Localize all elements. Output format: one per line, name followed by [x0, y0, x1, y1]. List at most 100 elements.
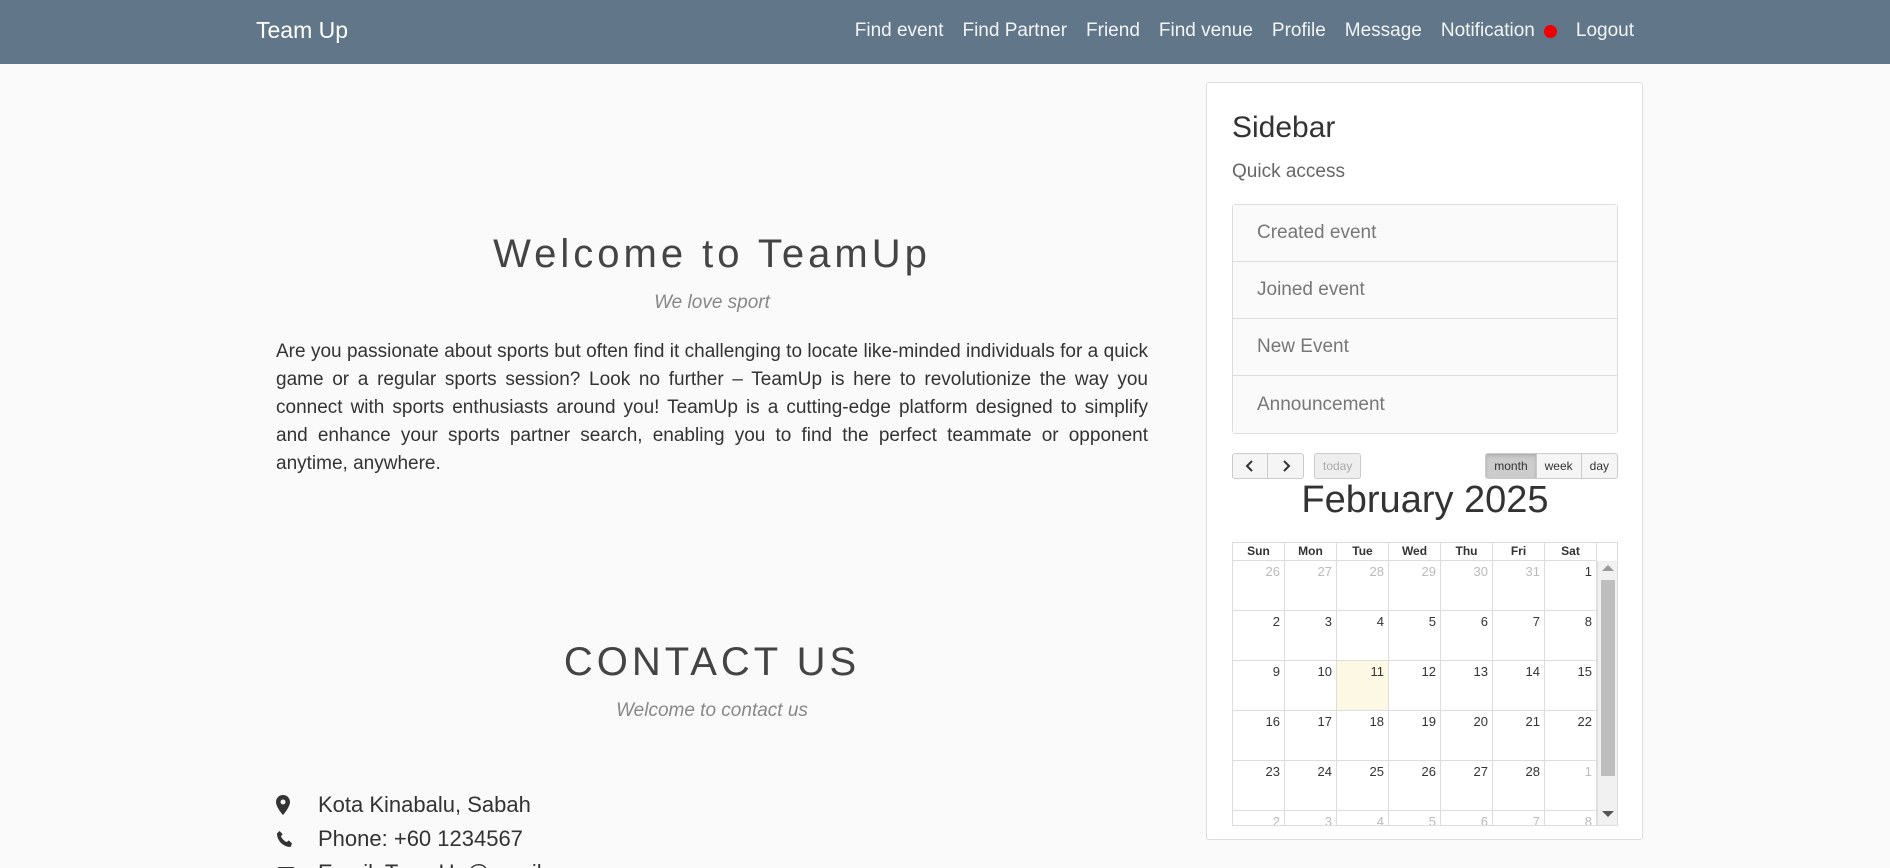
- sidebar-item-announcement[interactable]: Announcement: [1233, 376, 1617, 433]
- calendar-week-row: 2345678: [1233, 811, 1597, 825]
- quick-access-list: Created event Joined event New Event Ann…: [1232, 204, 1618, 434]
- calendar-day[interactable]: 23: [1233, 761, 1285, 810]
- calendar-body: 26 27 28 29 30 31 1 2 3 4 5 6 7 8 9 10 11 12 13 14 15 16 17 18 1…: [1233, 561, 1597, 825]
- calendar-prev-button[interactable]: [1232, 453, 1268, 479]
- top-navbar: Team Up Find event Find Partner Friend F…: [0, 0, 1890, 64]
- calendar-day[interactable]: 6: [1441, 611, 1493, 660]
- calendar-day[interactable]: 8: [1545, 811, 1597, 825]
- sidebar-item-new-event[interactable]: New Event: [1233, 319, 1617, 376]
- calendar-day[interactable]: 10: [1285, 661, 1337, 710]
- contact-address-text: Kota Kinabalu, Sabah: [318, 792, 531, 817]
- nav-profile[interactable]: Profile: [1272, 20, 1326, 42]
- calendar-day[interactable]: 4: [1337, 811, 1389, 825]
- calendar-day[interactable]: 27: [1285, 561, 1337, 610]
- contact-email: Email: TeamUp@gmail.com: [276, 856, 1148, 868]
- calendar-day[interactable]: 29: [1389, 561, 1441, 610]
- calendar-weekday-header: Sun Mon Tue Wed Thu Fri Sat: [1233, 543, 1597, 561]
- weekday-wed: Wed: [1389, 543, 1441, 560]
- contact-phone: Phone: +60 1234567: [276, 822, 1148, 856]
- phone-icon: [276, 830, 318, 848]
- calendar-week-row: 16 17 18 19 20 21 22: [1233, 711, 1597, 761]
- contact-address: Kota Kinabalu, Sabah: [276, 788, 1148, 822]
- calendar-title: February 2025: [1301, 479, 1549, 521]
- calendar-day[interactable]: 25: [1337, 761, 1389, 810]
- calendar-day[interactable]: 13: [1441, 661, 1493, 710]
- calendar-day[interactable]: 20: [1441, 711, 1493, 760]
- nav-logout[interactable]: Logout: [1576, 20, 1634, 42]
- calendar-day[interactable]: 21: [1493, 711, 1545, 760]
- calendar-scrollbar[interactable]: [1597, 561, 1617, 825]
- calendar-day[interactable]: 26: [1233, 561, 1285, 610]
- contact-list: Kota Kinabalu, Sabah Phone: +60 1234567 …: [276, 788, 1148, 868]
- scroll-up-arrow-icon[interactable]: [1602, 565, 1614, 571]
- calendar-day[interactable]: 31: [1493, 561, 1545, 610]
- weekday-sun: Sun: [1233, 543, 1285, 560]
- calendar-day[interactable]: 1: [1545, 761, 1597, 810]
- nav-find-venue[interactable]: Find venue: [1159, 20, 1253, 42]
- calendar-day[interactable]: 19: [1389, 711, 1441, 760]
- sidebar-item-joined-event[interactable]: Joined event: [1233, 262, 1617, 319]
- calendar-grid: Sun Mon Tue Wed Thu Fri Sat 26 27 28 29 30 31…: [1232, 542, 1618, 826]
- welcome-title: Welcome to TeamUp: [493, 232, 931, 276]
- weekday-mon: Mon: [1285, 543, 1337, 560]
- calendar-day[interactable]: 24: [1285, 761, 1337, 810]
- calendar-day[interactable]: 17: [1285, 711, 1337, 760]
- calendar-day[interactable]: 4: [1337, 611, 1389, 660]
- contact-phone-text: Phone: +60 1234567: [318, 826, 523, 851]
- calendar-view-week[interactable]: week: [1535, 453, 1582, 479]
- notification-dot-icon: [1543, 24, 1557, 38]
- chevron-left-icon: [1245, 460, 1253, 472]
- nav-find-event[interactable]: Find event: [855, 20, 944, 42]
- map-marker-icon: [276, 795, 318, 815]
- weekday-sat: Sat: [1545, 543, 1597, 560]
- calendar-day[interactable]: 26: [1389, 761, 1441, 810]
- calendar-day[interactable]: 3: [1285, 611, 1337, 660]
- calendar-day[interactable]: 1: [1545, 561, 1597, 610]
- calendar-view-group: month week day: [1485, 453, 1618, 479]
- calendar-day[interactable]: 28: [1337, 561, 1389, 610]
- calendar-day[interactable]: 3: [1285, 811, 1337, 825]
- calendar-day[interactable]: 15: [1545, 661, 1597, 710]
- calendar-day[interactable]: 9: [1233, 661, 1285, 710]
- calendar-day[interactable]: 18: [1337, 711, 1389, 760]
- calendar-day[interactable]: 16: [1233, 711, 1285, 760]
- welcome-subtitle: We love sport: [654, 292, 770, 313]
- calendar-day[interactable]: 14: [1493, 661, 1545, 710]
- nav-notification[interactable]: Notification: [1441, 20, 1557, 42]
- nav-friend[interactable]: Friend: [1086, 20, 1140, 42]
- calendar-day[interactable]: 8: [1545, 611, 1597, 660]
- calendar-day[interactable]: 7: [1493, 611, 1545, 660]
- scrollbar-thumb[interactable]: [1601, 580, 1615, 776]
- calendar-day[interactable]: 5: [1389, 811, 1441, 825]
- nav-message[interactable]: Message: [1345, 20, 1422, 42]
- calendar-nav-group: [1232, 453, 1304, 479]
- nav-find-partner[interactable]: Find Partner: [962, 20, 1067, 42]
- calendar-toolbar: today month week day: [1232, 453, 1618, 479]
- sidebar-item-created-event[interactable]: Created event: [1233, 205, 1617, 262]
- calendar-day[interactable]: 12: [1389, 661, 1441, 710]
- weekday-thu: Thu: [1441, 543, 1493, 560]
- brand-logo-text[interactable]: Team Up: [256, 17, 348, 44]
- calendar-day[interactable]: 5: [1389, 611, 1441, 660]
- calendar-today-button[interactable]: today: [1314, 453, 1362, 479]
- calendar-view-month[interactable]: month: [1485, 453, 1537, 479]
- nav-links: Find event Find Partner Friend Find venu…: [836, 20, 1634, 42]
- calendar-day[interactable]: 22: [1545, 711, 1597, 760]
- calendar-day[interactable]: 30: [1441, 561, 1493, 610]
- calendar-day-today[interactable]: 11: [1337, 661, 1389, 710]
- welcome-body: Are you passionate about sports but ofte…: [276, 341, 1148, 474]
- calendar-day[interactable]: 7: [1493, 811, 1545, 825]
- scroll-down-arrow-icon[interactable]: [1602, 811, 1614, 817]
- calendar-next-button[interactable]: [1267, 453, 1304, 479]
- calendar-day[interactable]: 27: [1441, 761, 1493, 810]
- calendar-day[interactable]: 2: [1233, 811, 1285, 825]
- sidebar-panel: Sidebar Quick access Created event Joine…: [1206, 82, 1643, 840]
- weekday-tue: Tue: [1337, 543, 1389, 560]
- calendar-view-day[interactable]: day: [1580, 453, 1618, 479]
- calendar-day[interactable]: 28: [1493, 761, 1545, 810]
- calendar-day[interactable]: 6: [1441, 811, 1493, 825]
- calendar-day[interactable]: 2: [1233, 611, 1285, 660]
- nav-notification-label: Notification: [1440, 20, 1535, 41]
- sidebar-title: Sidebar: [1232, 111, 1336, 144]
- calendar-week-row: 26 27 28 29 30 31 1: [1233, 561, 1597, 611]
